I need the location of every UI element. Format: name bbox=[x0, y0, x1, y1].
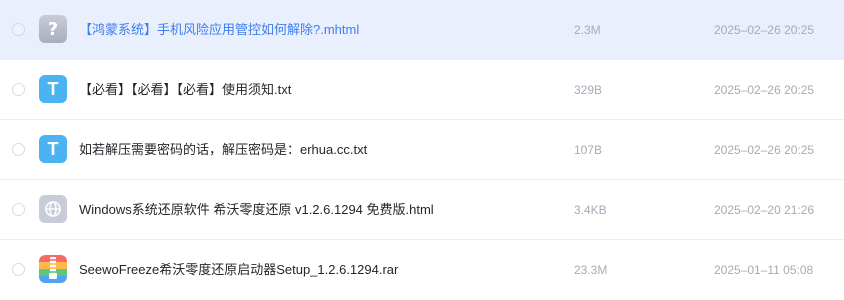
html-file-icon bbox=[39, 195, 67, 223]
file-size: 329B bbox=[574, 83, 603, 97]
file-size: 107B bbox=[574, 143, 603, 157]
unknown-file-icon: ? bbox=[39, 15, 67, 43]
row-checkbox[interactable] bbox=[12, 143, 25, 156]
rar-archive-icon bbox=[39, 255, 67, 283]
file-date: 2025–02–20 21:26 bbox=[714, 203, 815, 217]
file-name[interactable]: 【鸿蒙系统】手机风险应用管控如何解除?.mhtml bbox=[79, 22, 359, 38]
globe-icon bbox=[45, 201, 61, 217]
row-checkbox[interactable] bbox=[12, 263, 25, 276]
file-row[interactable]: Windows系统还原软件 希沃零度还原 v1.2.6.1294 免费版.htm… bbox=[0, 180, 844, 240]
file-size: 3.4KB bbox=[574, 203, 607, 217]
file-row[interactable]: SeewoFreeze希沃零度还原启动器Setup_1.2.6.1294.rar… bbox=[0, 240, 844, 299]
file-row[interactable]: ? 【鸿蒙系统】手机风险应用管控如何解除?.mhtml 2.3M 2025–02… bbox=[0, 0, 844, 60]
file-name[interactable]: 【必看】【必看】【必看】使用须知.txt bbox=[79, 82, 291, 98]
file-list: ? 【鸿蒙系统】手机风险应用管控如何解除?.mhtml 2.3M 2025–02… bbox=[0, 0, 844, 299]
file-row[interactable]: T 【必看】【必看】【必看】使用须知.txt 329B 2025–02–26 2… bbox=[0, 60, 844, 120]
file-name[interactable]: Windows系统还原软件 希沃零度还原 v1.2.6.1294 免费版.htm… bbox=[79, 202, 434, 218]
file-size: 23.3M bbox=[574, 263, 608, 277]
file-size: 2.3M bbox=[574, 23, 601, 37]
txt-file-icon: T bbox=[39, 75, 67, 103]
file-name[interactable]: SeewoFreeze希沃零度还原启动器Setup_1.2.6.1294.rar bbox=[79, 262, 398, 278]
file-date: 2025–01–11 05:08 bbox=[714, 263, 814, 277]
txt-file-icon: T bbox=[39, 135, 67, 163]
file-date: 2025–02–26 20:25 bbox=[714, 23, 815, 37]
row-checkbox[interactable] bbox=[12, 23, 25, 36]
row-checkbox[interactable] bbox=[12, 203, 25, 216]
file-name[interactable]: 如若解压需要密码的话，解压密码是：erhua.cc.txt bbox=[79, 142, 367, 158]
row-checkbox[interactable] bbox=[12, 83, 25, 96]
file-date: 2025–02–26 20:25 bbox=[714, 83, 815, 97]
file-row[interactable]: T 如若解压需要密码的话，解压密码是：erhua.cc.txt 107B 202… bbox=[0, 120, 844, 180]
file-date: 2025–02–26 20:25 bbox=[714, 143, 815, 157]
